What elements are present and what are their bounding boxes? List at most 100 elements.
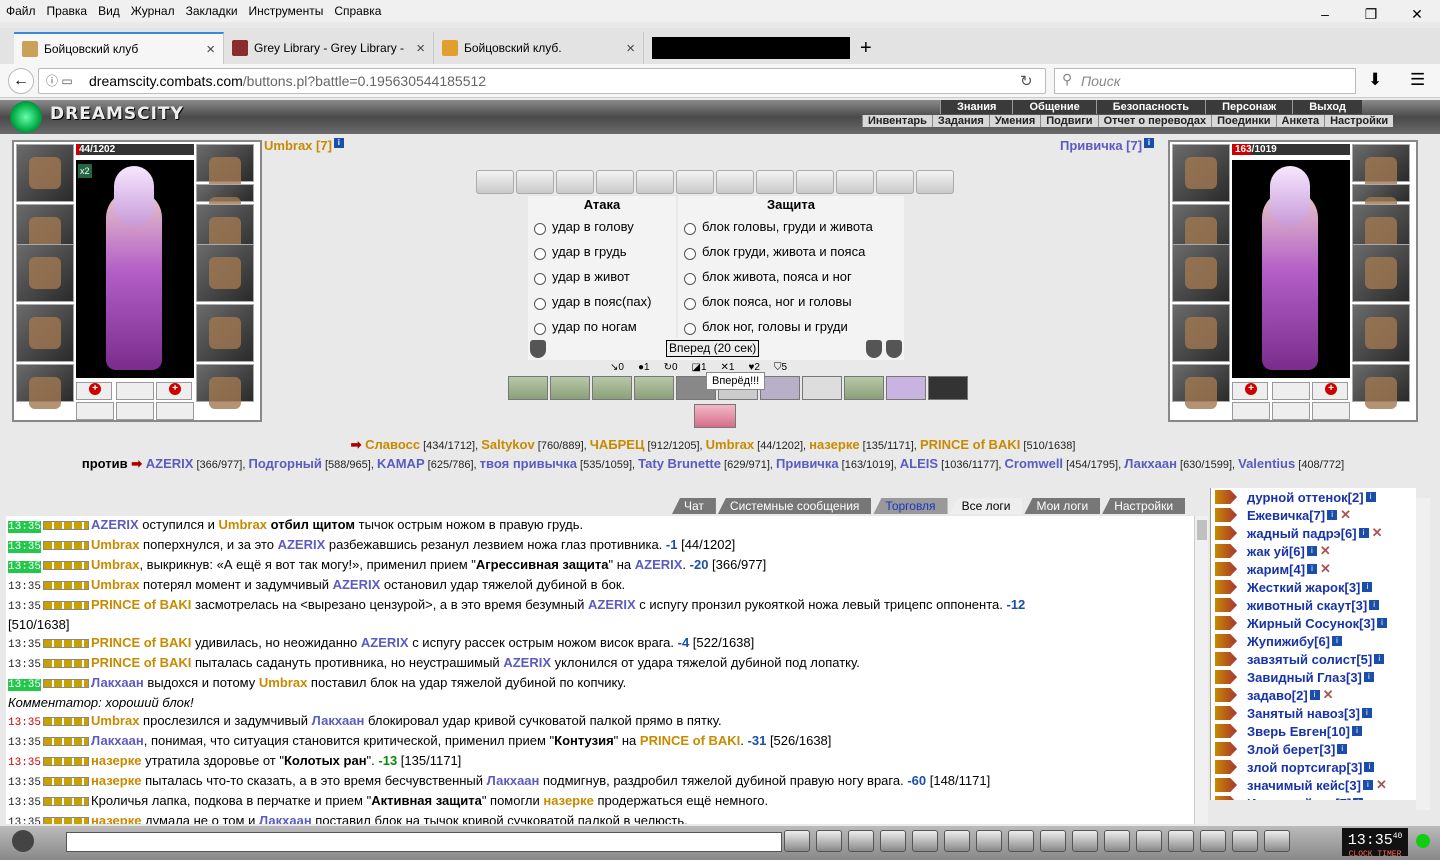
belt-slot[interactable] — [16, 364, 74, 409]
radio-button[interactable] — [534, 297, 546, 310]
left-player-name[interactable]: Umbrax [7] i — [264, 138, 344, 153]
user-list-item[interactable]: Занятый навоз[3] i — [1211, 704, 1416, 722]
ring-slot[interactable] — [196, 184, 254, 229]
attack-option[interactable]: удар по ногам — [528, 314, 676, 339]
info-icon[interactable]: i — [333, 138, 344, 148]
close-tab-icon[interactable]: × — [206, 41, 215, 58]
fighter-name[interactable]: назерке — [809, 437, 859, 452]
save-icon[interactable] — [880, 830, 906, 852]
rune-slot[interactable] — [1272, 402, 1310, 420]
user-list-item[interactable]: завзятый солист[5] i — [1211, 650, 1416, 668]
menu-item[interactable]: Закладки — [186, 4, 238, 18]
character-avatar[interactable] — [1232, 160, 1350, 378]
scroll-slot[interactable] — [676, 170, 714, 194]
user-list-item[interactable]: жак уй[6] i ✕ — [1211, 542, 1416, 560]
rune-slot[interactable] — [76, 402, 114, 420]
radio-button[interactable] — [534, 272, 546, 285]
chat-tab[interactable]: Все логи — [949, 498, 1023, 514]
close-tab-icon[interactable]: × — [626, 40, 635, 57]
defense-option[interactable]: блок живота, пояса и ног — [678, 264, 904, 289]
item-icon[interactable] — [1072, 830, 1098, 852]
new-tab-button[interactable]: + — [860, 37, 872, 60]
trick-button[interactable] — [802, 376, 842, 400]
user-list-item[interactable]: задаво[2] i ✕ — [1211, 686, 1416, 704]
sound-icon[interactable] — [976, 830, 1002, 852]
refresh-icon[interactable] — [886, 340, 902, 358]
heal-icon[interactable] — [1312, 382, 1348, 400]
fighter-name[interactable]: Cromwell — [1005, 456, 1064, 471]
slash-icon[interactable] — [944, 830, 970, 852]
info-icon[interactable]: i — [1307, 564, 1318, 574]
chest-icon[interactable] — [1136, 830, 1162, 852]
weapon-slot[interactable] — [16, 244, 74, 302]
character-avatar[interactable] — [76, 160, 194, 378]
fighter-name[interactable]: Славосс — [365, 437, 420, 452]
user-name[interactable]: Ежевичка[7] — [1247, 508, 1325, 523]
user-name[interactable]: животный скаут[3] — [1247, 598, 1367, 613]
close-icon[interactable]: ✕ — [1394, 0, 1440, 28]
info-icon[interactable]: i — [1374, 654, 1385, 664]
defense-option[interactable]: блок ног, головы и груди — [678, 314, 904, 339]
right-player-name[interactable]: Привичка [7] i — [1060, 138, 1155, 153]
info-icon[interactable]: i — [1332, 636, 1343, 646]
fighter-name[interactable]: AZERIX — [146, 456, 194, 471]
user-name[interactable]: значимый кейс[3] — [1247, 778, 1361, 793]
fighter-name[interactable]: Umbrax — [706, 437, 754, 452]
redacted-tab[interactable] — [652, 37, 850, 59]
scrollbar[interactable] — [1194, 516, 1208, 824]
armor-slot[interactable] — [1172, 304, 1230, 362]
menu-item[interactable]: Вид — [98, 4, 120, 18]
radio-button[interactable] — [534, 322, 546, 335]
shield-icon[interactable] — [530, 340, 546, 358]
smile-icon[interactable] — [12, 830, 34, 852]
fighter-name[interactable]: ЧАБРЕЦ — [590, 437, 645, 452]
scroll-slot[interactable] — [836, 170, 874, 194]
back-button[interactable]: ← — [8, 68, 34, 94]
heal-icon[interactable] — [76, 382, 112, 400]
trick-button[interactable] — [928, 376, 968, 400]
close-tab-icon[interactable]: × — [416, 40, 425, 57]
shield-slot[interactable] — [196, 244, 254, 302]
attack-option[interactable]: удар в голову — [528, 214, 676, 239]
scroll-slot[interactable] — [596, 170, 634, 194]
defense-option[interactable]: блок пояса, ног и головы — [678, 289, 904, 314]
user-list-item[interactable]: Жесткий жарок[3] i — [1211, 578, 1416, 596]
legs-slot[interactable] — [1352, 304, 1410, 362]
lock-icon[interactable] — [1232, 830, 1258, 852]
map-icon[interactable] — [1200, 830, 1226, 852]
user-list-item[interactable]: Жирный Сосунок[3] i — [1211, 614, 1416, 632]
info-icon[interactable]: i — [1358, 528, 1369, 538]
empty-slot[interactable] — [116, 382, 154, 400]
chat-tab[interactable]: Системные сообщения — [717, 498, 872, 514]
sub-menu-item[interactable]: Настройки — [1324, 115, 1394, 127]
trick-button[interactable] — [886, 376, 926, 400]
fighter-name[interactable]: Привичка — [776, 456, 839, 471]
radio-button[interactable] — [534, 247, 546, 260]
menu-item[interactable]: Журнал — [131, 4, 175, 18]
scroll-slot[interactable] — [756, 170, 794, 194]
fighter-name[interactable]: Valentius — [1238, 456, 1295, 471]
user-name[interactable]: жадный падрэ[6] — [1247, 526, 1357, 541]
earring-slot[interactable] — [1352, 144, 1410, 189]
fighter-name[interactable]: Taty Brunette — [638, 456, 721, 471]
fight-icon[interactable] — [912, 830, 938, 852]
trick-button[interactable] — [844, 376, 884, 400]
chat-tab[interactable]: Мои логи — [1024, 498, 1101, 514]
rune-slot[interactable] — [156, 402, 194, 420]
attack-option[interactable]: удар в живот — [528, 264, 676, 289]
user-name[interactable]: задаво[2] — [1247, 688, 1308, 703]
info-icon[interactable]: i — [1327, 510, 1338, 520]
maximize-icon[interactable]: ❐ — [1348, 0, 1394, 28]
user-list-item[interactable]: Завидный Глаз[3] i — [1211, 668, 1416, 686]
user-name[interactable]: жак уй[6] — [1247, 544, 1305, 559]
selected-trick[interactable] — [694, 404, 736, 428]
fighter-name[interactable]: твоя привычка — [480, 456, 577, 471]
trick-button[interactable] — [760, 376, 800, 400]
heal-icon[interactable] — [156, 382, 192, 400]
boots-slot[interactable] — [196, 364, 254, 409]
fighter-name[interactable]: Лакхаан — [1124, 456, 1177, 471]
sub-menu-item[interactable]: Задания — [931, 115, 989, 127]
menu-item[interactable]: Правка — [47, 4, 88, 18]
radio-button[interactable] — [684, 222, 696, 235]
earring-slot[interactable] — [196, 144, 254, 189]
